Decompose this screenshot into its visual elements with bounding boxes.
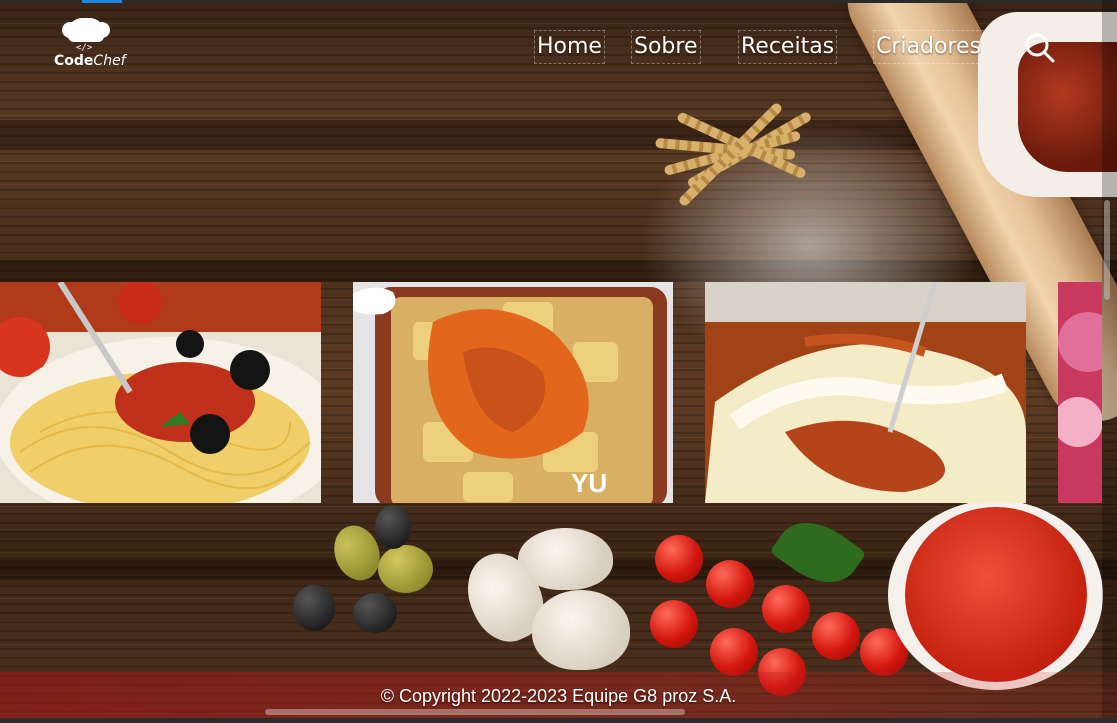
recipe-card-spaghetti[interactable] [0,282,321,503]
pasta-bake-image [705,282,1026,503]
logo-text-light: Chef [93,53,126,69]
search-icon [1025,33,1055,63]
green-olive [378,545,433,593]
recipe-card-pasta-bake[interactable] [705,282,1026,503]
patatas-bravas-image: YU [353,282,673,503]
nav-receitas[interactable]: Receitas [738,30,838,64]
cherry-tomato [812,612,860,660]
nav-criadores[interactable]: Criadores [873,30,984,64]
vertical-scrollbar[interactable] [1104,200,1110,300]
horizontal-scrollbar[interactable] [265,709,685,715]
chef-hat-icon [62,18,110,42]
logo-text-bold: Code [54,53,94,69]
codechef-logo[interactable]: </> CodeChef [52,18,126,70]
window-bottom-edge [0,718,1117,723]
cherry-tomato [710,628,758,676]
black-olive [375,505,411,549]
dessert-image [1058,282,1102,503]
spaghetti-image [0,282,321,503]
recipe-card-partial[interactable] [1058,282,1102,503]
window-right-edge [1102,0,1117,723]
recipe-card-patatas[interactable]: YU [353,282,673,503]
wheat-stalks-decoration [560,70,820,270]
window-top-edge [0,0,1117,3]
logo-wordmark: CodeChef [54,53,126,69]
black-olive [353,593,397,633]
active-indicator [82,0,122,3]
cherry-tomato [706,560,754,608]
cherry-tomato [762,585,810,633]
card-overlay-text: YU [571,468,607,498]
nav-home[interactable]: Home [534,30,605,64]
mushroom [532,590,630,670]
tomato-sauce-decoration [905,507,1087,682]
search-button[interactable] [1022,30,1056,64]
cherry-tomato [650,600,698,648]
cherry-tomato [655,535,703,583]
copyright-text: © Copyright 2022-2023 Equipe G8 proz S.A… [380,686,737,706]
black-olive [293,585,335,631]
nav-sobre[interactable]: Sobre [631,30,701,64]
code-symbol: </> [76,43,93,53]
